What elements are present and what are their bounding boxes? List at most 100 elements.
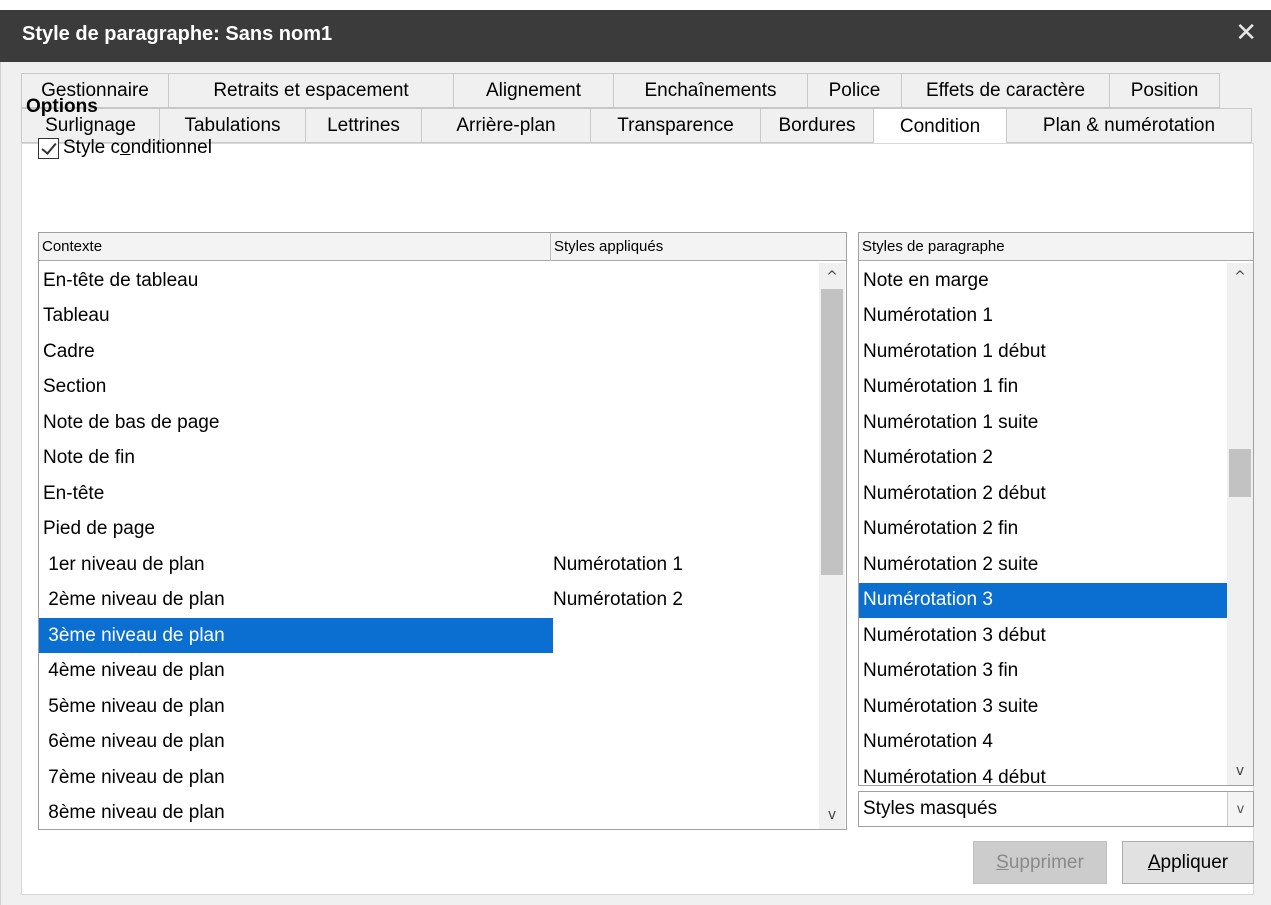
- context-cell: Cadre: [43, 340, 95, 362]
- table-row[interactable]: Tableau: [39, 299, 817, 334]
- paragraph-style-rows: Note en marge Numérotation 1 Numérotation …: [859, 263, 1227, 785]
- table-row[interactable]: 6ème niveau de plan: [39, 725, 817, 760]
- context-cell: 1er niveau de plan: [43, 553, 205, 575]
- tab-arrière-plan[interactable]: Arrière-plan: [421, 108, 590, 143]
- paragraph-style-name: Numérotation 4 début: [863, 766, 1046, 786]
- list-item[interactable]: Numérotation 2 suite: [859, 547, 1227, 582]
- scroll-thumb[interactable]: [1229, 449, 1251, 497]
- list-item[interactable]: Note en marge: [859, 263, 1227, 298]
- list-item[interactable]: Numérotation 1: [859, 299, 1227, 334]
- context-cell: 7ème niveau de plan: [43, 766, 225, 788]
- conditional-style-checkbox[interactable]: Style conditionnel: [38, 137, 212, 159]
- context-table-header: Contexte Styles appliqués: [39, 232, 846, 261]
- list-item[interactable]: Numérotation 3 début: [859, 618, 1227, 653]
- table-row[interactable]: 2ème niveau de plan Numérotation 2: [39, 583, 817, 618]
- table-row[interactable]: Section: [39, 370, 817, 405]
- style-filter-value: Styles masqués: [863, 798, 998, 819]
- tab-retraits-et-espacement[interactable]: Retraits et espacement: [168, 73, 453, 108]
- column-header-context[interactable]: Contexte: [39, 232, 551, 261]
- context-table[interactable]: Contexte Styles appliqués En-tête de tab…: [38, 232, 847, 830]
- tab-police[interactable]: Police: [807, 73, 901, 108]
- table-row[interactable]: Pied de page: [39, 512, 817, 547]
- list-item[interactable]: Numérotation 2 fin: [859, 512, 1227, 547]
- paragraph-styles-scrollbar[interactable]: ^ v: [1227, 263, 1253, 785]
- table-row[interactable]: En-tête de tableau: [39, 263, 817, 298]
- tab-condition[interactable]: Condition: [873, 108, 1006, 145]
- column-header-applied-styles[interactable]: Styles appliqués: [551, 233, 846, 261]
- context-cell: En-tête de tableau: [43, 269, 199, 291]
- scroll-down-icon[interactable]: v: [819, 803, 845, 827]
- checkbox-checked-icon[interactable]: [38, 137, 59, 159]
- context-cell: Tableau: [43, 305, 110, 326]
- list-item[interactable]: Numérotation 2: [859, 441, 1227, 476]
- context-cell: 8ème niveau de plan: [43, 802, 225, 823]
- paragraph-style-name: Numérotation 3 début: [863, 624, 1046, 646]
- list-item[interactable]: Numérotation 1 suite: [859, 405, 1227, 440]
- tab-effets-de-caractère[interactable]: Effets de caractère: [901, 73, 1109, 108]
- scroll-thumb[interactable]: [821, 289, 843, 575]
- context-scrollbar[interactable]: ^ v: [819, 263, 845, 829]
- tab-alignement[interactable]: Alignement: [453, 73, 613, 108]
- list-item[interactable]: Numérotation 3: [859, 582, 1227, 618]
- list-item[interactable]: Numérotation 1 début: [859, 334, 1227, 369]
- tab-plan-numérotation[interactable]: Plan & numérotation: [1006, 108, 1252, 143]
- column-header-paragraph-styles[interactable]: Styles de paragraphe: [859, 233, 1253, 261]
- style-filter-select[interactable]: Styles masqués v: [858, 791, 1254, 827]
- table-row[interactable]: Note de bas de page: [39, 405, 817, 440]
- paragraph-style-name: Numérotation 4: [863, 731, 993, 752]
- table-row[interactable]: Note de fin: [39, 441, 817, 476]
- table-row[interactable]: 4ème niveau de plan: [39, 654, 817, 689]
- list-item[interactable]: Numérotation 3 suite: [859, 689, 1227, 724]
- paragraph-style-name: Numérotation 3: [863, 589, 993, 610]
- context-cell: En-tête: [43, 482, 105, 504]
- paragraph-style-name: Numérotation 2 début: [863, 482, 1046, 504]
- context-cell: 2ème niveau de plan: [43, 589, 225, 610]
- paragraph-style-name: Numérotation 2: [863, 447, 993, 468]
- context-cell: 5ème niveau de plan: [43, 695, 225, 717]
- table-row[interactable]: 8ème niveau de plan: [39, 796, 817, 831]
- scroll-up-icon[interactable]: ^: [1227, 265, 1253, 289]
- context-cell: Note de fin: [43, 447, 135, 468]
- tab-bordures[interactable]: Bordures: [760, 108, 873, 143]
- context-cell: 3ème niveau de plan: [43, 624, 225, 646]
- paragraph-styles-header: Styles de paragraphe: [859, 233, 1253, 261]
- paragraph-style-name: Numérotation 2 fin: [863, 518, 1019, 539]
- tab-row-1: Gestionnaire Retraits et espacement Aligne…: [21, 73, 1220, 108]
- paragraph-style-name: Numérotation 1 fin: [863, 376, 1019, 397]
- tab-position[interactable]: Position: [1109, 73, 1220, 108]
- tab-transparence[interactable]: Transparence: [590, 108, 760, 143]
- scroll-up-icon[interactable]: ^: [819, 265, 845, 289]
- list-item[interactable]: Numérotation 3 fin: [859, 654, 1227, 689]
- context-cell: Note de bas de page: [43, 411, 220, 433]
- context-cell: Pied de page: [43, 518, 155, 539]
- table-row[interactable]: 7ème niveau de plan: [39, 760, 817, 795]
- window-title: Style de paragraphe: Sans nom1: [22, 23, 333, 45]
- chevron-down-icon[interactable]: v: [1227, 792, 1253, 826]
- scroll-down-icon[interactable]: v: [1227, 759, 1253, 783]
- list-item[interactable]: Numérotation 1 fin: [859, 370, 1227, 405]
- list-item[interactable]: Numérotation 4 début: [859, 760, 1227, 786]
- paragraph-style-name: Numérotation 3 suite: [863, 695, 1039, 717]
- table-row[interactable]: Cadre: [39, 334, 817, 369]
- apply-button[interactable]: Appliquer: [1122, 841, 1254, 884]
- table-row[interactable]: 5ème niveau de plan: [39, 689, 817, 724]
- table-row[interactable]: En-tête: [39, 476, 817, 511]
- conditional-style-label: Style conditionnel: [63, 137, 212, 158]
- paragraph-style-name: Numérotation 1 suite: [863, 411, 1039, 433]
- remove-button[interactable]: Supprimer: [973, 841, 1107, 884]
- context-cell: 6ème niveau de plan: [43, 731, 225, 752]
- paragraph-styles-list[interactable]: Styles de paragraphe Note en marge Numéro…: [858, 232, 1254, 786]
- list-item[interactable]: Numérotation 4: [859, 725, 1227, 760]
- tab-enchaînements[interactable]: Enchaînements: [613, 73, 807, 108]
- title-bar: Style de paragraphe: Sans nom1 ✕: [0, 10, 1271, 62]
- table-row[interactable]: 3ème niveau de plan: [39, 618, 553, 653]
- tab-lettrines[interactable]: Lettrines: [305, 108, 421, 143]
- paragraph-style-name: Numérotation 1 début: [863, 340, 1046, 362]
- applied-style-cell: Numérotation 2: [553, 589, 683, 610]
- paragraph-style-name: Numérotation 3 fin: [863, 660, 1019, 681]
- close-icon[interactable]: ✕: [1235, 18, 1257, 48]
- list-item[interactable]: Numérotation 2 début: [859, 476, 1227, 511]
- table-row[interactable]: 1er niveau de plan Numérotation 1: [39, 547, 817, 582]
- paragraph-style-name: Note en marge: [863, 269, 989, 291]
- context-cell: 4ème niveau de plan: [43, 660, 225, 681]
